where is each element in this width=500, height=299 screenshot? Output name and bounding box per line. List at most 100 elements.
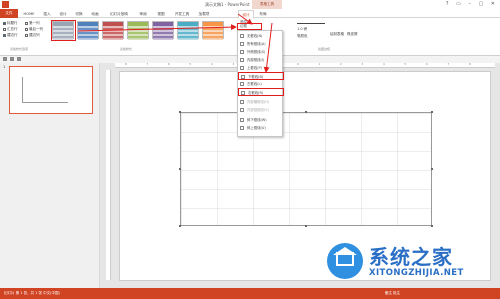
checkbox-icon (3, 21, 6, 25)
resize-handle[interactable] (431, 168, 433, 170)
borders-dropdown-menu: 无框线(N) 所有框线(A) 外侧框线(S) 内部框线(I) 上框线(P) 下框… (237, 30, 284, 137)
ruler-tick-label: 6 (426, 63, 428, 66)
window-controls[interactable]: ? ▭ – ▢ ✕ (446, 1, 498, 7)
checkbox-icon (25, 33, 28, 37)
slide-number: 1 (3, 65, 6, 69)
house-logo-icon (327, 243, 363, 279)
tab-developer[interactable]: 开发工具 (172, 10, 192, 18)
menu-item-label: 无框线(N) (247, 34, 263, 38)
ruler-tick-label: 1 (318, 63, 321, 66)
site-watermark: 系统之家 XITONGZHIJIA.NET (327, 237, 492, 285)
ruler-tick-label: 4 (383, 63, 385, 66)
left-border-icon (240, 82, 244, 86)
eraser-button[interactable]: 橡皮擦 (347, 32, 358, 37)
table-style-swatch[interactable] (152, 21, 174, 40)
menu-item-top-border[interactable]: 上框线(P) (238, 64, 284, 72)
diagonal-down-icon (240, 118, 244, 122)
powerpoint-app-icon[interactable] (2, 1, 9, 8)
selected-style-highlight (51, 20, 76, 41)
tab-home[interactable]: HOME (20, 10, 38, 18)
option-header-row[interactable]: 标题行 (3, 21, 18, 25)
checkbox-icon (3, 27, 6, 31)
menu-item-inside-borders[interactable]: 内部框线(I) (238, 56, 284, 64)
group-label-table-styles: 表格样式 (120, 47, 133, 51)
tab-animations[interactable]: 动画 (88, 10, 102, 18)
house-shape (336, 252, 354, 266)
swatch-rows (153, 26, 173, 40)
table-style-swatch[interactable] (177, 21, 199, 40)
table-tools-context-label: 表格工具 (252, 0, 282, 9)
option-last-column[interactable]: 最后一列 (25, 27, 43, 31)
menu-item-all-borders[interactable]: 所有框线(A) (238, 40, 284, 48)
menu-item-bottom-border[interactable]: 下框线(B) (238, 72, 284, 80)
menu-item-diagonal-down[interactable]: 斜下框线(W) (238, 116, 284, 124)
table-style-swatch[interactable] (127, 21, 149, 40)
title-bar: 演示文稿1 - PowerPoint 表格工具 ? ▭ – ▢ ✕ (0, 0, 500, 9)
redo-icon[interactable] (17, 57, 21, 61)
pen-color-button[interactable]: 笔颜色 (297, 34, 308, 39)
menu-item-label: 斜下框线(W) (247, 118, 267, 122)
tab-transitions[interactable]: 切换 (72, 10, 86, 18)
ruler-tick-label: 2 (340, 63, 342, 66)
menu-item-label: 上框线(P) (247, 66, 262, 70)
thumbnail-table-preview (22, 77, 68, 103)
menu-item-right-border[interactable]: 右框线(R) (238, 88, 284, 96)
ruler-tick-label: 0 (297, 63, 299, 66)
slide-thumbnail[interactable] (9, 66, 93, 114)
slide-table[interactable] (180, 112, 432, 226)
checkbox-icon (3, 33, 6, 37)
menu-item-diagonal-up[interactable]: 斜上框线(U) (238, 124, 284, 132)
top-border-icon (240, 66, 244, 70)
option-first-column[interactable]: 第一列 (25, 21, 40, 25)
ruler-tick-label: 8 (469, 63, 471, 66)
tab-file[interactable]: 文件 (0, 9, 18, 18)
all-borders-icon (240, 42, 244, 46)
menu-item-no-border[interactable]: 无框线(N) (238, 32, 284, 40)
resize-handle[interactable] (179, 225, 181, 227)
resize-handle[interactable] (305, 225, 307, 227)
tab-view[interactable]: 视图 (154, 10, 168, 18)
ribbon-tabs: 文件 HOME 插入 设计 切换 动画 幻灯片放映 审阅 视图 开发工具 加载项… (0, 9, 500, 18)
tab-review[interactable]: 审阅 (136, 10, 150, 18)
pen-weight-select[interactable]: 1.0 磅 (297, 27, 307, 32)
swatch-rows (178, 26, 198, 40)
status-slide-info: 幻灯片 第 1 张，共 1 张 中文(中国) (4, 291, 60, 295)
menu-item-inside-vertical: 内部竖框线(V) (238, 106, 284, 114)
resize-handle[interactable] (431, 225, 433, 227)
status-notes-comments[interactable]: 备注 批注 (385, 288, 400, 299)
ruler-tick-label: 5 (404, 63, 407, 66)
resize-handle[interactable] (305, 111, 307, 113)
option-total-row[interactable]: 汇总行 (3, 27, 18, 31)
menu-item-left-border[interactable]: 左框线(L) (238, 80, 284, 88)
tab-addins[interactable]: 加载项 (196, 10, 212, 18)
bottom-border-icon (241, 75, 245, 79)
menu-item-outside-borders[interactable]: 外侧框线(S) (238, 48, 284, 56)
option-banded-rows[interactable]: 镶边行 (3, 33, 18, 37)
tab-table-layout[interactable]: 布局 (256, 10, 270, 18)
table-style-swatch[interactable] (102, 21, 124, 40)
option-label: 汇总行 (7, 27, 18, 31)
ruler-tick-label: 7 (146, 63, 149, 66)
option-banded-columns[interactable]: 镶边列 (25, 33, 40, 37)
undo-icon[interactable] (10, 57, 14, 61)
resize-handle[interactable] (431, 111, 433, 113)
menu-item-label: 下框线(B) (248, 75, 264, 79)
borders-dropdown-button[interactable]: 边框 (237, 23, 262, 30)
tab-insert[interactable]: 插入 (40, 10, 54, 18)
table-style-swatch[interactable] (202, 21, 224, 40)
ruler-tick-label: 5 (189, 63, 192, 66)
menu-item-label: 所有框线(A) (247, 42, 266, 46)
menu-item-label: 内部框线(I) (247, 58, 265, 62)
pen-style-sample[interactable] (297, 23, 325, 24)
resize-handle[interactable] (179, 168, 181, 170)
draw-table-button[interactable]: 绘制表格 (330, 32, 344, 37)
swatch-rows (203, 26, 223, 40)
tab-slideshow[interactable]: 幻灯片放映 (106, 10, 132, 18)
tab-design[interactable]: 设计 (56, 10, 70, 18)
option-label: 镶边行 (7, 33, 18, 37)
tab-table-design[interactable]: 设计 (238, 10, 254, 18)
table-style-swatch[interactable] (77, 21, 99, 40)
inside-borders-icon (240, 58, 244, 62)
resize-handle[interactable] (179, 111, 181, 113)
save-icon[interactable] (3, 57, 7, 61)
